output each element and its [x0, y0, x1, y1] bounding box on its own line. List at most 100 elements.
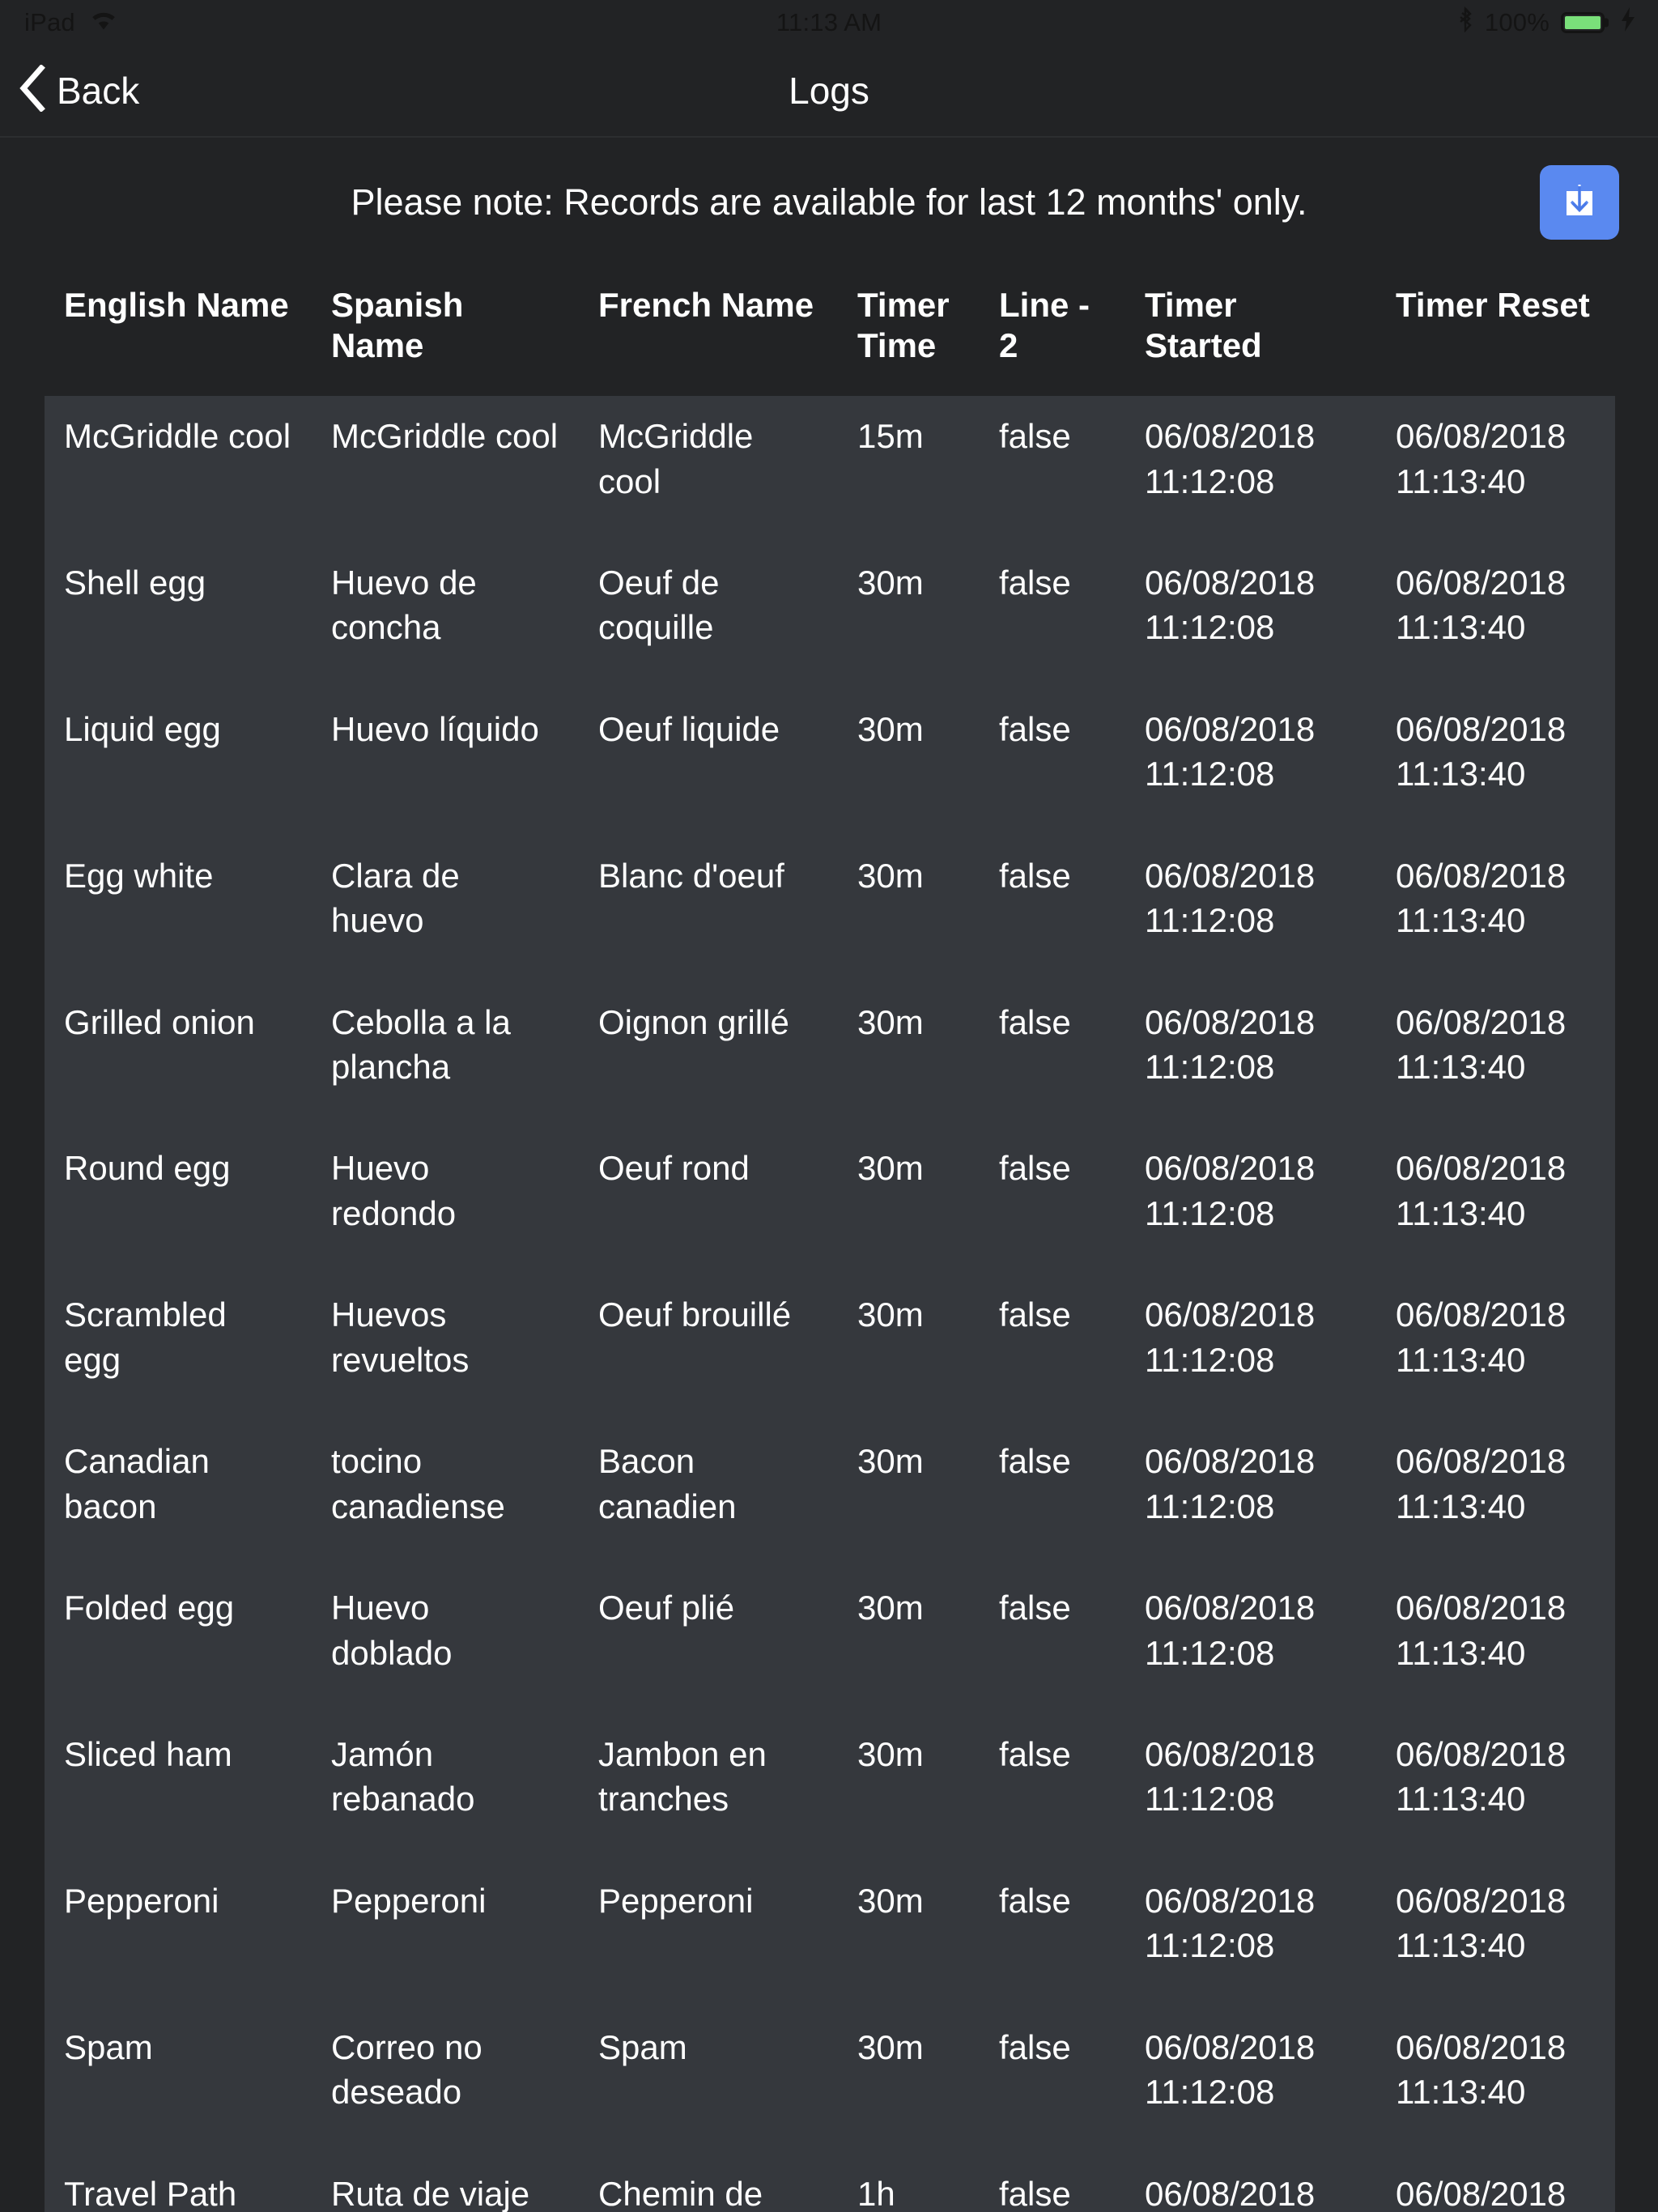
cell-french-name: Oeuf brouillé [579, 1274, 838, 1422]
cell-english-name: Shell egg [45, 542, 312, 689]
cell-timer-time: 30m [838, 542, 980, 689]
cell-line-2: false [980, 835, 1125, 982]
cell-english-name: Travel Path [45, 2153, 312, 2212]
cell-french-name: Oeuf plié [579, 1568, 838, 1714]
cell-spanish-name: Correo no deseado [312, 2006, 579, 2154]
column-header-spanish-name[interactable]: Spanish Name [312, 267, 579, 397]
cell-line-2: false [980, 1274, 1125, 1422]
cell-french-name: Blanc d'oeuf [579, 835, 838, 982]
cell-timer-time: 30m [838, 2006, 980, 2154]
cell-spanish-name: Jamón rebanado [312, 1713, 579, 1861]
cell-spanish-name: McGriddle cool [312, 396, 579, 542]
cell-timer-time: 1h [838, 2153, 980, 2212]
page-title-label: Logs [789, 69, 869, 112]
cell-english-name: Folded egg [45, 1568, 312, 1714]
cell-spanish-name: Clara de huevo [312, 835, 579, 982]
bluetooth-icon [1457, 6, 1473, 39]
notice-text: Please note: Records are available for l… [351, 181, 1307, 223]
cell-spanish-name: Huevo de concha [312, 542, 579, 689]
cell-timer-reset: 06/08/2018 11:13:40 [1376, 1274, 1615, 1422]
cell-timer-started: 06/08/2018 11:12:08 [1125, 1860, 1376, 2007]
table-row[interactable]: Round egg Huevo redondo Oeuf rond 30m false 0… [45, 1128, 1615, 1275]
cell-french-name: Oignon grillé [579, 981, 838, 1129]
logs-table: English Name Spanish Name French Name Ti… [45, 267, 1615, 2212]
back-button-label: Back [57, 69, 140, 112]
cell-timer-time: 30m [838, 688, 980, 836]
column-header-french-name[interactable]: French Name [579, 267, 838, 397]
navigation-bar: Back Logs [0, 45, 1658, 138]
cell-spanish-name: tocino canadiense [312, 1421, 579, 1568]
notice-banner: Please note: Records are available for l… [0, 138, 1658, 267]
table-header-row: English Name Spanish Name French Name Ti… [45, 267, 1615, 397]
cell-english-name: Round egg [45, 1128, 312, 1275]
cell-english-name: Grilled onion [45, 981, 312, 1129]
table-row[interactable]: Shell egg Huevo de concha Oeuf de coquille… [45, 542, 1615, 689]
cell-line-2: false [980, 1128, 1125, 1275]
column-header-timer-started[interactable]: Timer Started [1125, 267, 1376, 397]
cell-timer-reset: 06/08/2018 11:13:40 [1376, 981, 1615, 1129]
cell-line-2: false [980, 1568, 1125, 1714]
cell-line-2: false [980, 688, 1125, 836]
table-row[interactable]: Folded egg Huevo doblado Oeuf plié 30m false… [45, 1568, 1615, 1714]
cell-english-name: McGriddle cool [45, 396, 312, 542]
table-row[interactable]: Pepperoni Pepperoni Pepperoni 30m false 06/08… [45, 1860, 1615, 2007]
download-button[interactable] [1540, 165, 1619, 240]
cell-timer-started: 06/08/2018 11:12:08 [1125, 1274, 1376, 1422]
table-row[interactable]: McGriddle cool McGriddle cool McGriddle co… [45, 396, 1615, 542]
table-row[interactable]: Travel PathRuta de viajeChemin de voyage… [45, 2153, 1615, 2212]
table-row[interactable]: Spam Correo no deseado Spam 30m false 06/08/2… [45, 2006, 1615, 2154]
cell-timer-time: 30m [838, 1860, 980, 2007]
cell-english-name: Spam [45, 2006, 312, 2154]
back-button[interactable]: Back [0, 64, 140, 116]
cell-english-name: Pepperoni [45, 1860, 312, 2007]
cell-timer-time: 30m [838, 981, 980, 1129]
table-row[interactable]: Sliced ham Jamón rebanado Jambon en tranch… [45, 1713, 1615, 1861]
table-row[interactable]: Liquid egg Huevo líquido Oeuf liquide 30m fa… [45, 688, 1615, 836]
cell-english-name: Scrambled egg [45, 1274, 312, 1422]
logs-table-container[interactable]: English Name Spanish Name French Name Ti… [0, 267, 1658, 2212]
cell-timer-time: 30m [838, 1421, 980, 1568]
cell-timer-reset: 06/08/2018 11:13:40 [1376, 1713, 1615, 1861]
cell-timer-started: 06/08/2018 11:12:08 [1125, 396, 1376, 542]
cell-timer-time: 30m [838, 1713, 980, 1861]
cell-line-2: false [980, 2006, 1125, 2154]
cell-spanish-name: Cebolla a la plancha [312, 981, 579, 1129]
cell-timer-reset: 06/08/2018 11:13:40 [1376, 542, 1615, 689]
chevron-left-icon [18, 64, 45, 116]
status-bar: iPad 11:13 AM 100% [0, 0, 1658, 45]
cell-timer-started: 06/08/2018 11:12:08 [1125, 1713, 1376, 1861]
cell-timer-reset: 06/08/2018 11:13:40 [1376, 1128, 1615, 1275]
cell-spanish-name: Pepperoni [312, 1860, 579, 2007]
cell-timer-started: 06/08/2018 11:12:08 [1125, 981, 1376, 1129]
battery-fill [1565, 15, 1601, 29]
cell-line-2: false [980, 1860, 1125, 2007]
cell-timer-time: 30m [838, 1568, 980, 1714]
cell-timer-started: 06/08/2018 11:12:08 [1125, 1128, 1376, 1275]
cell-line-2: false [980, 1421, 1125, 1568]
table-row[interactable]: Egg white Clara de huevo Blanc d'oeuf 30m fa… [45, 835, 1615, 982]
column-header-english-name[interactable]: English Name [45, 267, 312, 397]
cell-timer-reset: 06/08/2018 11:13:40 [1376, 2006, 1615, 2154]
cell-timer-reset: 06/08/2018 11:13:40 [1376, 396, 1615, 542]
wifi-icon [90, 8, 117, 37]
cell-line-2: false [980, 396, 1125, 542]
cell-spanish-name: Huevo doblado [312, 1568, 579, 1714]
cell-timer-time: 15m [838, 396, 980, 542]
column-header-timer-reset[interactable]: Timer Reset [1376, 267, 1615, 397]
cell-english-name: Egg white [45, 835, 312, 982]
cell-french-name: Oeuf rond [579, 1128, 838, 1275]
cell-line-2: false [980, 2153, 1125, 2212]
cell-timer-started: 06/08/2018 11:12:08 [1125, 688, 1376, 836]
cell-line-2: false [980, 1713, 1125, 1861]
table-row[interactable]: Canadian bacon tocino canadiense Bacon can… [45, 1421, 1615, 1568]
cell-english-name: Canadian bacon [45, 1421, 312, 1568]
status-bar-center: 11:13 AM [0, 0, 1658, 45]
column-header-line-2[interactable]: Line - 2 [980, 267, 1125, 397]
table-row[interactable]: Grilled onion Cebolla a la plancha Oignon … [45, 981, 1615, 1129]
table-row[interactable]: Scrambled egg Huevos revueltos Oeuf brouil… [45, 1274, 1615, 1422]
cell-french-name: Bacon canadien [579, 1421, 838, 1568]
cell-timer-reset: 06/08/2018 11:13:40 [1376, 1421, 1615, 1568]
cell-timer-reset: 06/08/2018 11:13:40 [1376, 1860, 1615, 2007]
column-header-timer-time[interactable]: Timer Time [838, 267, 980, 397]
status-bar-left: iPad [24, 8, 117, 37]
